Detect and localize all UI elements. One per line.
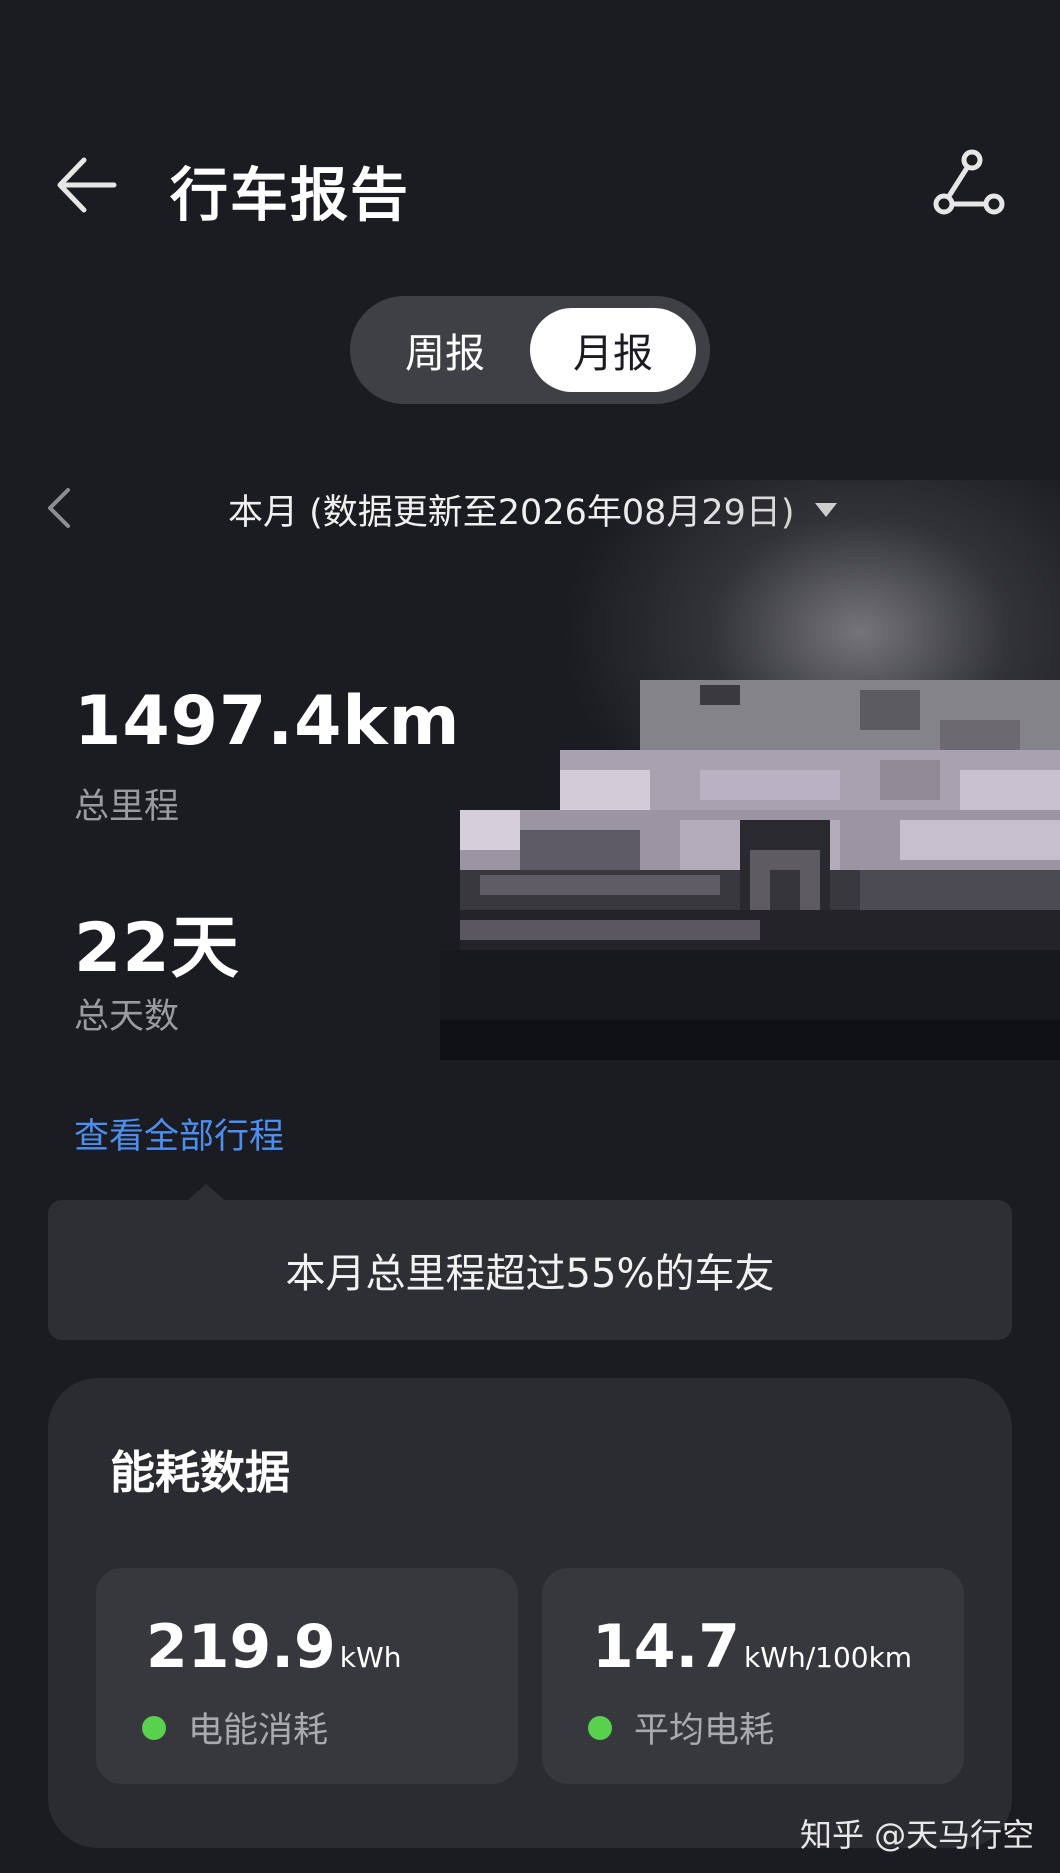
car-image: [440, 680, 1060, 1060]
green-dot-icon: [142, 1715, 166, 1740]
energy-consumption-unit: kWh: [339, 1641, 402, 1674]
total-days-label: 总天数: [74, 997, 180, 1037]
energy-card-title: 能耗数据: [110, 1446, 291, 1499]
average-consumption-label: 平均电耗: [634, 1711, 775, 1751]
tab-monthly-report[interactable]: 月报: [530, 308, 696, 392]
back-button[interactable]: [52, 150, 122, 220]
driving-report-page: 行车报告 周报 月报 本月 (数据更新至2026年08月29日) 1497.4k…: [0, 0, 1060, 1873]
tab-weekly-report[interactable]: 周报: [362, 308, 528, 392]
total-mileage-label: 总里程: [74, 787, 180, 827]
energy-consumption-value-row: 219.9 kWh: [146, 1612, 401, 1682]
page-title: 行车报告: [170, 161, 411, 229]
energy-consumption-label: 电能消耗: [188, 1711, 329, 1751]
total-mileage-value: 1497.4km: [74, 682, 461, 761]
energy-consumption-label-row: 电能消耗: [142, 1702, 328, 1753]
average-consumption-tile[interactable]: 14.7 kWh/100km 平均电耗: [542, 1568, 964, 1784]
mileage-ranking-banner: 本月总里程超过55%的车友: [48, 1184, 1012, 1340]
average-consumption-label-row: 平均电耗: [588, 1702, 774, 1753]
average-consumption-unit: kWh/100km: [744, 1641, 913, 1674]
view-all-trips-link[interactable]: 查看全部行程: [74, 1108, 284, 1159]
ranking-text: 本月总里程超过55%的车友: [285, 1251, 775, 1297]
average-consumption-value-row: 14.7 kWh/100km: [592, 1612, 912, 1682]
energy-data-card: 能耗数据 219.9 kWh 电能消耗 14.7 kWh/100km 平均电耗: [48, 1378, 1012, 1848]
total-days-value: 22天: [74, 909, 240, 988]
watermark: 知乎 @天马行空: [800, 1816, 1035, 1854]
previous-period-button[interactable]: [44, 486, 74, 530]
average-consumption-value: 14.7: [592, 1612, 741, 1682]
green-dot-icon: [588, 1715, 612, 1740]
energy-consumption-tile[interactable]: 219.9 kWh 电能消耗: [96, 1568, 518, 1784]
chevron-left-icon: [48, 488, 70, 528]
arrow-left-icon: [57, 157, 117, 213]
share-icon: [933, 149, 1005, 215]
energy-consumption-value: 219.9: [146, 1612, 336, 1682]
report-type-switch: 周报 月报: [350, 296, 710, 404]
share-button[interactable]: [930, 148, 1006, 218]
